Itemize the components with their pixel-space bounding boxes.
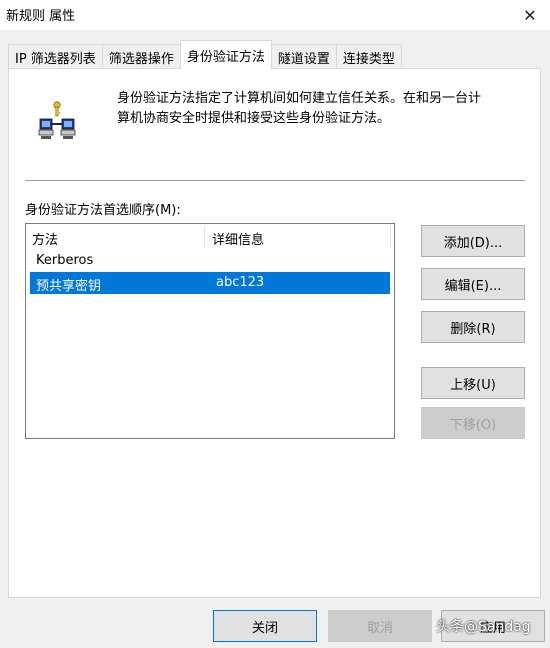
description-line-1: 身份验证方法指定了计算机间如何建立信任关系。在和另一台计 (117, 91, 482, 106)
tab-panel: 身份验证方法指定了计算机间如何建立信任关系。在和另一台计 算机协商安全时提供和接… (8, 68, 541, 598)
description-text: 身份验证方法指定了计算机间如何建立信任关系。在和另一台计 算机协商安全时提供和接… (117, 89, 527, 129)
watermark-text: 头条@Sandag (436, 619, 531, 635)
tab-filter-action[interactable]: 筛选器操作 (101, 44, 181, 69)
tab-ip-filter-list[interactable]: IP 筛选器列表 (8, 44, 103, 69)
list-item-selected[interactable]: 预共享密钥 abc123 (30, 272, 390, 294)
title-bar: 新规则 属性 ✕ (0, 0, 550, 30)
column-header-method[interactable]: 方法 (32, 229, 58, 248)
cancel-button[interactable]: 取消 (328, 610, 432, 642)
column-header-details[interactable]: 详细信息 (212, 229, 264, 248)
column-divider[interactable] (204, 226, 205, 248)
edit-button[interactable]: 编辑(E)... (421, 268, 525, 300)
authentication-method-list[interactable]: 方法 详细信息 Kerberos 预共享密钥 abc123 (25, 223, 395, 439)
move-down-button[interactable]: 下移(O) (421, 407, 525, 439)
column-divider[interactable] (390, 226, 391, 248)
add-button[interactable]: 添加(D)... (421, 225, 525, 257)
separator-line (25, 180, 525, 181)
tab-tunnel-settings[interactable]: 隧道设置 (270, 44, 337, 69)
delete-button[interactable]: 删除(R) (421, 311, 525, 343)
details-cell: abc123 (216, 275, 265, 290)
method-cell: 预共享密钥 (36, 279, 102, 294)
list-item[interactable]: Kerberos (30, 250, 390, 272)
window-title: 新规则 属性 (6, 9, 76, 24)
close-icon[interactable]: ✕ (510, 0, 550, 30)
network-computers-key-icon (37, 99, 77, 143)
list-header: 方法 详细信息 (26, 224, 394, 250)
method-cell: Kerberos (36, 253, 94, 268)
method-list-label: 身份验证方法首选顺序(M): (25, 203, 181, 218)
tab-connection-type[interactable]: 连接类型 (335, 44, 402, 69)
close-button[interactable]: 关闭 (213, 610, 317, 642)
tab-strip: IP 筛选器列表 筛选器操作 身份验证方法 隧道设置 连接类型 (8, 40, 402, 69)
description-line-2: 算机协商安全时提供和接受这些身份验证方法。 (117, 111, 391, 126)
move-up-button[interactable]: 上移(U) (421, 367, 525, 399)
tab-authentication-methods[interactable]: 身份验证方法 (179, 40, 272, 69)
